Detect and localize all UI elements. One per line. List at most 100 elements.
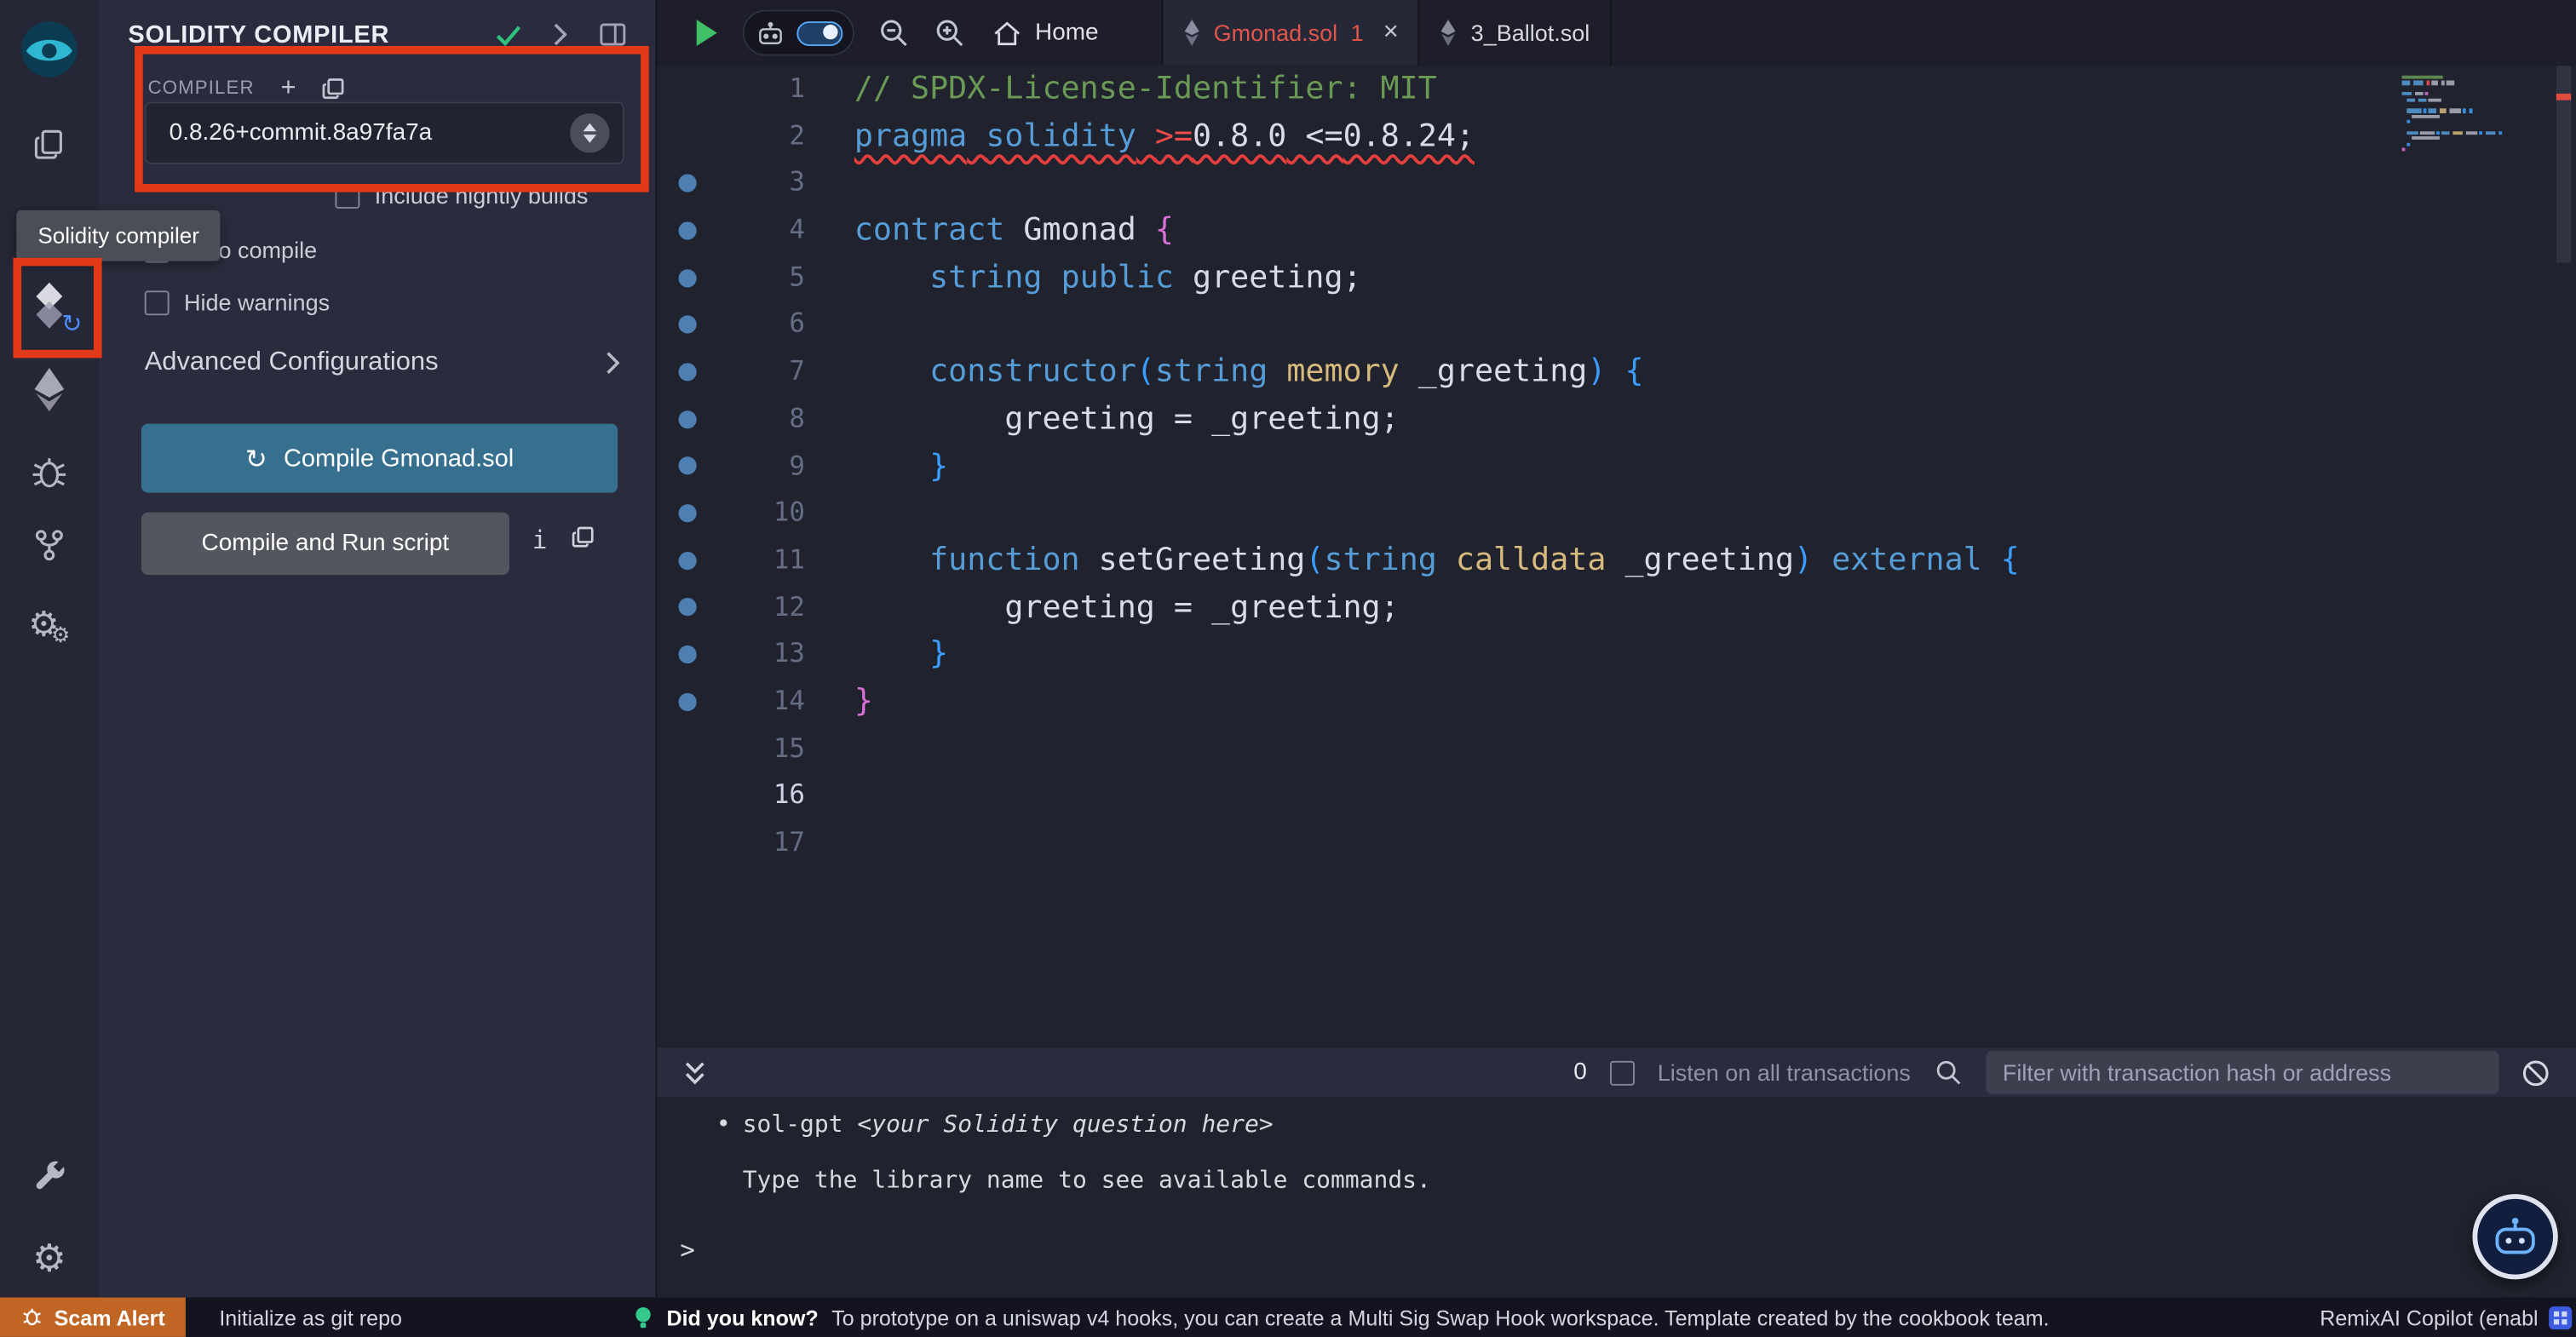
gutter-dot[interactable] <box>677 221 696 240</box>
solidity-file-icon <box>1441 20 1457 46</box>
tab-ballot[interactable]: 3_Ballot.sol <box>1419 0 1612 66</box>
plugin-connector-icon[interactable] <box>0 509 99 582</box>
code-line[interactable]: 8 greeting = _greeting; <box>657 395 2576 442</box>
solidity-compiler-icon[interactable]: ↻ <box>0 269 99 341</box>
code-line[interactable]: 14} <box>657 678 2576 725</box>
code-line[interactable]: 6 <box>657 301 2576 348</box>
grid-corner-icon[interactable] <box>2548 1305 2573 1329</box>
remix-logo[interactable] <box>0 13 99 85</box>
editor-toolbar: Home Gmonad.sol 1 × 3_Ballot.sol <box>657 0 2576 66</box>
clear-console-icon[interactable] <box>2521 1059 2550 1087</box>
branch-icon <box>35 530 63 561</box>
terminal-line: Type the library name to see available c… <box>742 1168 1431 1195</box>
gutter-dot[interactable] <box>677 174 696 193</box>
tab-gmonad[interactable]: Gmonad.sol 1 × <box>1160 0 1420 66</box>
compile-button[interactable]: ↻ Compile Gmonad.sol <box>141 423 618 493</box>
tip-text: To prototype on a uniswap v4 hooks, you … <box>831 1305 2050 1330</box>
gutter-dot[interactable] <box>677 504 696 523</box>
code-line[interactable]: 15 <box>657 726 2576 772</box>
gutter-dot[interactable] <box>677 551 696 570</box>
home-tab[interactable]: Home <box>992 19 1099 47</box>
code-line[interactable]: 13 } <box>657 631 2576 678</box>
compile-and-run-button[interactable]: Compile and Run script <box>141 512 509 575</box>
gutter-dot[interactable] <box>677 363 696 382</box>
chevron-right-icon[interactable] <box>554 23 567 46</box>
copy-icon[interactable] <box>572 525 595 548</box>
listen-all-transactions-checkbox[interactable] <box>1609 1059 1635 1085</box>
settings-gears-icon[interactable]: ⚙ ⚙ <box>0 588 99 660</box>
panel-title: SOLIDITY COMPILER <box>128 20 390 49</box>
code-line[interactable]: 2 pragma solidity >=0.8.0 <=0.8.24; <box>657 112 2576 159</box>
code-line[interactable]: 9 } <box>657 443 2576 490</box>
plugin-manager-icon[interactable] <box>0 1141 99 1214</box>
line-number: 8 <box>789 402 805 433</box>
code-line[interactable]: 4 contract Gmonad { <box>657 207 2576 254</box>
code-line[interactable]: 10 <box>657 490 2576 537</box>
terminal-prompt[interactable]: > <box>680 1235 694 1265</box>
zoom-out-icon[interactable] <box>877 16 911 49</box>
transaction-count: 0 <box>1573 1059 1587 1086</box>
preferences-icon[interactable]: ⚙ <box>0 1224 99 1296</box>
remix-ide-window: ↻ ⚙ ⚙ ⚙ SOLIDITY COMPILER COMPILER + 0.8… <box>0 0 2576 1337</box>
add-compiler-icon[interactable]: + <box>281 75 296 102</box>
hide-warnings-checkbox[interactable] <box>144 290 170 315</box>
file-explorer-icon[interactable] <box>0 108 99 181</box>
terminal-output[interactable]: • sol-gpt <your Solidity question here> Ty… <box>657 1097 2576 1298</box>
collapse-terminal-icon[interactable] <box>683 1060 706 1085</box>
version-stepper-icon[interactable] <box>570 113 610 153</box>
transaction-filter-input[interactable] <box>1986 1051 2499 1094</box>
debugger-icon[interactable] <box>0 437 99 509</box>
alert-bug-icon <box>23 1308 41 1326</box>
line-number: 17 <box>773 826 805 858</box>
gutter-dot[interactable] <box>677 646 696 664</box>
gutter-dot[interactable] <box>677 315 696 335</box>
init-git-repo-button[interactable]: Initialize as git repo <box>219 1305 402 1329</box>
include-nightly-builds-checkbox[interactable] <box>335 183 360 208</box>
solidity-file-icon <box>1184 20 1199 46</box>
hide-warnings-option: Hide warnings <box>144 289 331 316</box>
pin-panel-icon[interactable] <box>600 23 626 46</box>
code-line[interactable]: 12 greeting = _greeting; <box>657 584 2576 631</box>
home-icon <box>994 20 1021 45</box>
code-line[interactable]: 11 function setGreeting(string calldata … <box>657 537 2576 583</box>
gutter-dot[interactable] <box>677 692 696 711</box>
compiler-version-select[interactable]: 0.8.26+commit.8a97fa7a <box>144 101 624 164</box>
reload-compiler-icon[interactable] <box>322 77 345 100</box>
code-line[interactable]: 16 <box>657 772 2576 819</box>
code-line[interactable]: 17 <box>657 819 2576 866</box>
scam-alert-badge[interactable]: Scam Alert <box>0 1297 187 1337</box>
line-number: 12 <box>773 590 805 623</box>
gutter-dot[interactable] <box>677 410 696 428</box>
gutter-dot[interactable] <box>677 456 696 476</box>
code-line[interactable]: 7 constructor(string memory _greeting) { <box>657 348 2576 395</box>
tab-label: 3_Ballot.sol <box>1470 20 1590 46</box>
compiler-label: COMPILER <box>147 78 255 99</box>
zoom-in-icon[interactable] <box>933 16 966 49</box>
deploy-and-run-icon[interactable] <box>0 353 99 426</box>
copilot-status-label[interactable]: RemixAI Copilot (enabl <box>2320 1305 2538 1329</box>
robot-face-icon <box>2495 1217 2535 1254</box>
code-line[interactable]: 1// SPDX-License-Identifier: MIT <box>657 66 2576 112</box>
remixai-copilot-fab[interactable] <box>2472 1194 2558 1280</box>
code-line[interactable]: 5 string public greeting; <box>657 254 2576 301</box>
advanced-configurations[interactable]: Advanced Configurations <box>145 348 620 378</box>
close-tab-icon[interactable]: × <box>1383 18 1399 48</box>
code-editor[interactable]: 1// SPDX-License-Identifier: MIT 2 pragma … <box>657 66 2576 1047</box>
line-number: 6 <box>789 307 805 340</box>
gutter-dot[interactable] <box>677 598 696 617</box>
copilot-toggle[interactable] <box>796 20 842 46</box>
minimap[interactable] <box>2401 75 2544 170</box>
search-icon[interactable] <box>1934 1058 1964 1087</box>
line-number: 3 <box>789 166 805 198</box>
line-number: 9 <box>789 449 805 481</box>
code-line[interactable]: 3 <box>657 160 2576 207</box>
gear-icon: ⚙ <box>32 1238 66 1282</box>
editor-scrollbar[interactable] <box>2550 66 2576 1047</box>
include-nightly-builds-label: Include nightly builds <box>374 182 589 209</box>
terminal-lines: • sol-gpt <your Solidity question here> Ty… <box>657 1097 2576 1208</box>
gutter-dot[interactable] <box>677 268 696 287</box>
info-icon[interactable]: i <box>532 525 547 555</box>
hide-warnings-label: Hide warnings <box>183 289 331 316</box>
include-nightly-builds-option: Include nightly builds <box>335 182 588 209</box>
run-script-play-button[interactable] <box>693 18 720 48</box>
